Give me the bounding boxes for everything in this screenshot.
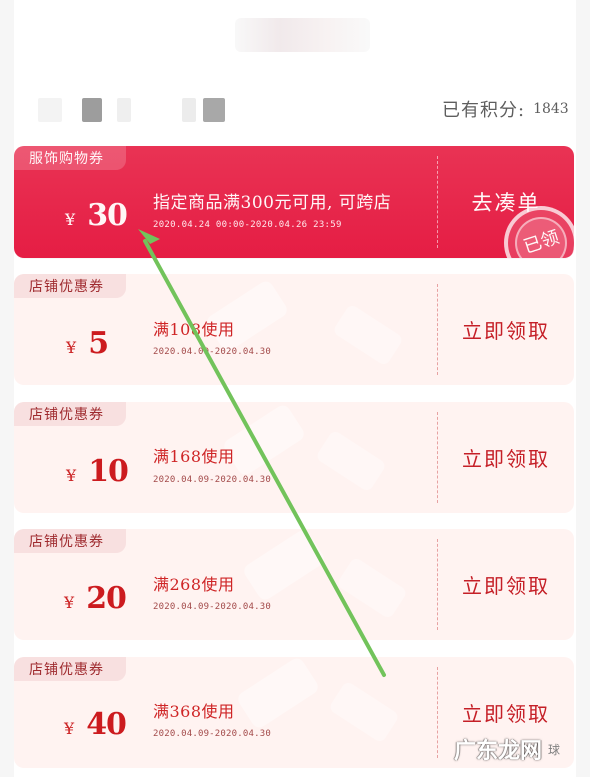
currency-symbol: ¥ bbox=[66, 338, 77, 357]
watermark-tail: 球 bbox=[548, 742, 561, 757]
coupon-condition: 满168使用 bbox=[153, 447, 235, 466]
coupon-card-clothing[interactable]: 服饰购物券 ¥ 30 指定商品满300元可用, 可跨店 2020.04.24 0… bbox=[14, 146, 574, 258]
coupon-amount: ¥ 5 bbox=[66, 326, 109, 361]
background-shape bbox=[331, 303, 405, 367]
background-shape bbox=[314, 429, 388, 493]
coupon-amount-value: 20 bbox=[86, 581, 127, 616]
coupon-badge: 店铺优惠券 bbox=[14, 529, 126, 553]
coupon-badge: 店铺优惠券 bbox=[14, 657, 126, 681]
coupon-condition: 指定商品满300元可用, 可跨店 bbox=[153, 193, 392, 213]
coupon-date-range: 2020.04.09-2020.04.30 bbox=[153, 602, 271, 612]
points-label: 已有积分: bbox=[442, 100, 526, 121]
coupon-date-range: 2020.04.09-2020.04.30 bbox=[153, 729, 271, 739]
coupon-condition: 满368使用 bbox=[153, 702, 235, 721]
points-value: 1843 bbox=[533, 101, 569, 117]
coupon-amount: ¥ 20 bbox=[64, 581, 127, 616]
coupon-date-range: 2020.04.09-2020.04.30 bbox=[153, 347, 271, 357]
claim-now-button[interactable]: 立即领取 bbox=[438, 529, 574, 640]
watermark: 广东龙网 球 bbox=[454, 735, 586, 764]
coupon-badge: 服饰购物券 bbox=[14, 146, 126, 170]
coupon-card-store-5[interactable]: 店铺优惠券 ¥ 5 满108使用 2020.04.09-2020.04.30 立… bbox=[14, 274, 574, 385]
currency-symbol: ¥ bbox=[64, 719, 75, 738]
background-shape bbox=[241, 529, 327, 603]
blurred-header-title bbox=[235, 18, 370, 52]
coupon-amount: ¥ 40 bbox=[64, 707, 127, 742]
points-summary: 已有积分: 1843 bbox=[442, 96, 572, 122]
currency-symbol: ¥ bbox=[66, 466, 77, 485]
coupon-badge: 店铺优惠券 bbox=[14, 402, 126, 426]
coupon-date-range: 2020.04.09-2020.04.30 bbox=[153, 475, 271, 485]
coupon-amount: ¥ 30 bbox=[65, 198, 128, 233]
blurred-user-info bbox=[38, 98, 228, 122]
coupon-condition: 满268使用 bbox=[153, 575, 235, 594]
background-shape bbox=[335, 556, 409, 620]
coupon-amount-value: 40 bbox=[86, 707, 127, 742]
background-shape bbox=[327, 680, 401, 744]
coupon-amount-value: 10 bbox=[88, 454, 129, 489]
claim-now-button[interactable]: 立即领取 bbox=[438, 402, 574, 513]
coupon-page: 已有积分: 1843 服饰购物券 ¥ 30 指定商品满300元可用, 可跨店 2… bbox=[0, 0, 590, 777]
claim-now-button[interactable]: 立即领取 bbox=[438, 274, 574, 385]
coupon-amount-value: 30 bbox=[87, 198, 128, 233]
coupon-amount: ¥ 10 bbox=[66, 454, 129, 489]
coupon-date-range: 2020.04.24 00:00-2020.04.26 23:59 bbox=[153, 220, 342, 230]
coupon-card-store-10[interactable]: 店铺优惠券 ¥ 10 满168使用 2020.04.09-2020.04.30 … bbox=[14, 402, 574, 513]
currency-symbol: ¥ bbox=[65, 210, 76, 229]
coupon-card-store-20[interactable]: 店铺优惠券 ¥ 20 满268使用 2020.04.09-2020.04.30 … bbox=[14, 529, 574, 640]
right-frame bbox=[576, 0, 590, 777]
background-shape bbox=[235, 657, 321, 731]
left-frame bbox=[0, 0, 14, 777]
watermark-text: 广东龙网 bbox=[454, 739, 543, 764]
currency-symbol: ¥ bbox=[64, 593, 75, 612]
coupon-badge: 店铺优惠券 bbox=[14, 274, 126, 298]
coupon-amount-value: 5 bbox=[88, 326, 109, 361]
coupon-condition: 满108使用 bbox=[153, 320, 235, 339]
